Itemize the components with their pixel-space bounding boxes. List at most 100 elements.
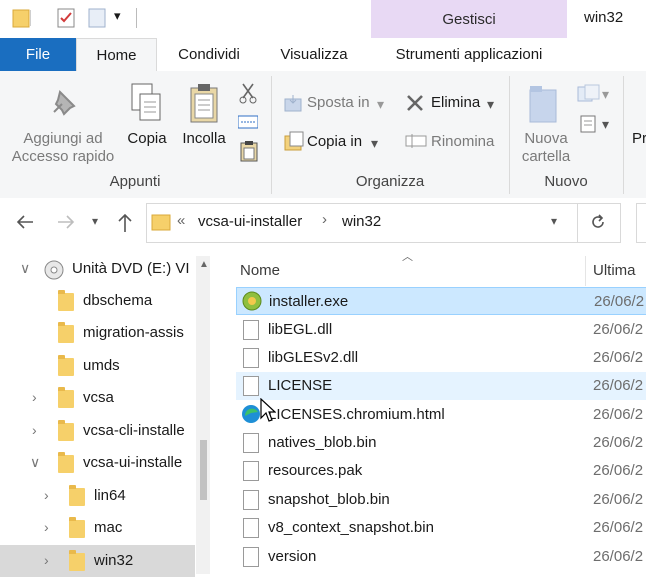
nav-item-label: Unità DVD (E:) VI — [72, 260, 190, 277]
paste-shortcut-icon[interactable] — [240, 140, 258, 166]
up-arrow-icon[interactable] — [115, 212, 135, 238]
file-row-libglesv2-dll[interactable]: libGLESv2.dll 26/06/2 — [236, 344, 646, 372]
chevron-down-icon[interactable]: ∨ — [30, 454, 40, 471]
tab-share[interactable]: Condividi — [161, 38, 257, 71]
group-label-new: Nuovo — [544, 173, 588, 190]
nav-item-migration-assistant[interactable]: migration-assis — [0, 317, 195, 349]
file-icon — [243, 547, 259, 567]
move-to-dropdown-icon[interactable]: ▾ — [377, 96, 384, 113]
sort-ascending-icon: ︿ — [402, 251, 413, 263]
file-row-licenses-chromium-html[interactable]: LICENSES.chromium.html 26/06/2 — [236, 401, 646, 429]
file-name: libEGL.dll — [268, 321, 333, 338]
cut-icon[interactable] — [238, 82, 258, 108]
file-icon — [243, 518, 259, 538]
file-icon — [243, 376, 259, 396]
rename-icon — [405, 133, 427, 153]
move-to-button[interactable]: Sposta in — [307, 94, 370, 112]
delete-dropdown-icon[interactable]: ▾ — [487, 96, 494, 113]
nav-item-label: mac — [94, 519, 123, 536]
file-row-snapshot-blob-bin[interactable]: snapshot_blob.bin 26/06/2 — [236, 486, 646, 514]
nav-item-umds[interactable]: umds — [0, 350, 195, 382]
column-header-date[interactable]: Ultima — [593, 262, 636, 279]
file-row-natives-blob-bin[interactable]: natives_blob.bin 26/06/2 — [236, 429, 646, 457]
file-date: 26/06/2 — [593, 406, 644, 423]
nav-item-label: migration-assis — [83, 324, 184, 341]
new-item-dropdown-icon[interactable]: ▾ — [602, 86, 609, 103]
customize-quick-access-icon[interactable]: ▾ — [114, 8, 121, 24]
folder-icon — [58, 387, 74, 408]
file-row-resources-pak[interactable]: resources.pak 26/06/2 — [236, 457, 646, 485]
chevron-right-icon[interactable]: › — [44, 519, 49, 535]
nav-item-win32[interactable]: › win32 — [0, 545, 195, 577]
file-row-license[interactable]: LICENSE 26/06/2 — [236, 372, 646, 400]
breadcrumb-overflow[interactable]: « — [177, 212, 185, 229]
nav-item-dvd-drive[interactable]: ∨ Unità DVD (E:) VI — [0, 253, 195, 285]
rename-button[interactable]: Rinomina — [431, 133, 494, 151]
file-row-libegl-dll[interactable]: libEGL.dll 26/06/2 — [236, 316, 646, 344]
file-row-v8-context-snapshot-bin[interactable]: v8_context_snapshot.bin 26/06/2 — [236, 514, 646, 542]
new-folder-button[interactable]: Nuova cartella — [514, 130, 578, 166]
paste-button[interactable]: Incolla — [178, 130, 230, 148]
column-divider[interactable] — [585, 256, 586, 286]
folder-icon — [58, 452, 74, 473]
folder-icon[interactable] — [12, 8, 30, 28]
chevron-right-icon[interactable]: › — [44, 487, 49, 503]
new-folder-quick-icon[interactable] — [88, 8, 106, 28]
pin-to-quick-access-button[interactable]: Aggiungi ad Accesso rapido — [8, 130, 118, 166]
copy-path-icon[interactable] — [237, 114, 259, 134]
file-name: LICENSES.chromium.html — [268, 406, 445, 423]
nav-item-dbschema[interactable]: dbschema — [0, 285, 195, 317]
tab-file[interactable]: File — [0, 38, 76, 71]
copy-button[interactable]: Copia — [124, 130, 170, 148]
nav-item-vcsa-cli-installer[interactable]: › vcsa-cli-installe — [0, 415, 195, 447]
folder-icon — [58, 355, 74, 376]
tab-home[interactable]: Home — [76, 38, 157, 73]
chevron-right-icon[interactable]: › — [44, 552, 49, 568]
nav-item-label: umds — [83, 357, 120, 374]
nav-item-mac[interactable]: › mac — [0, 512, 195, 544]
nav-item-label: vcsa-cli-installe — [83, 422, 185, 439]
copy-icon — [130, 82, 164, 128]
mouse-cursor-icon — [260, 397, 277, 428]
file-name: LICENSE — [268, 377, 333, 394]
delete-icon — [405, 94, 425, 116]
back-arrow-icon[interactable] — [15, 212, 35, 236]
file-date: 26/06/2 — [593, 321, 644, 338]
tab-app-tools[interactable]: Strumenti applicazioni — [372, 38, 566, 71]
folder-icon — [69, 485, 85, 506]
file-row-version[interactable]: version 26/06/2 — [236, 543, 646, 571]
properties-icon[interactable] — [57, 8, 75, 28]
nav-item-lin64[interactable]: › lin64 — [0, 480, 195, 512]
copy-to-dropdown-icon[interactable]: ▾ — [371, 135, 378, 152]
chevron-right-icon[interactable]: › — [32, 389, 37, 405]
forward-arrow-icon[interactable] — [56, 212, 76, 236]
breadcrumb-chevron-icon[interactable]: › — [322, 211, 327, 228]
dvd-icon — [44, 260, 64, 284]
scroll-up-icon[interactable]: ▲ — [199, 259, 209, 270]
chevron-right-icon[interactable]: › — [32, 422, 37, 438]
tab-view[interactable]: Visualizza — [266, 38, 362, 71]
chevron-down-icon[interactable]: ∨ — [20, 260, 30, 277]
easy-access-icon[interactable] — [579, 112, 601, 138]
nav-item-vcsa-ui-installer[interactable]: ∨ vcsa-ui-installe — [0, 447, 195, 479]
search-box[interactable] — [636, 203, 646, 243]
edge-html-icon — [241, 404, 261, 428]
contextual-tab-group: Gestisci — [371, 0, 567, 38]
delete-button[interactable]: Elimina — [431, 94, 480, 112]
recent-locations-icon[interactable]: ▾ — [92, 214, 98, 228]
column-header-name[interactable]: Nome — [240, 262, 280, 279]
new-item-icon[interactable] — [577, 84, 603, 108]
file-row-installer-exe[interactable]: installer.exe 26/06/2 — [236, 287, 646, 315]
properties-button-partial[interactable]: Pr — [632, 130, 646, 148]
file-date: 26/06/2 — [593, 462, 644, 479]
nav-scrollbar-thumb[interactable] — [200, 440, 207, 500]
breadcrumb-win32[interactable]: win32 — [342, 213, 381, 230]
file-name: natives_blob.bin — [268, 434, 377, 451]
address-dropdown-icon[interactable]: ▾ — [551, 214, 557, 228]
easy-access-dropdown-icon[interactable]: ▾ — [602, 116, 609, 133]
nav-scrollbar[interactable] — [196, 256, 210, 574]
folder-icon — [58, 322, 74, 343]
breadcrumb-vcsa-ui-installer[interactable]: vcsa-ui-installer — [198, 213, 302, 230]
copy-to-button[interactable]: Copia in — [307, 133, 362, 151]
nav-item-vcsa[interactable]: › vcsa — [0, 382, 195, 414]
